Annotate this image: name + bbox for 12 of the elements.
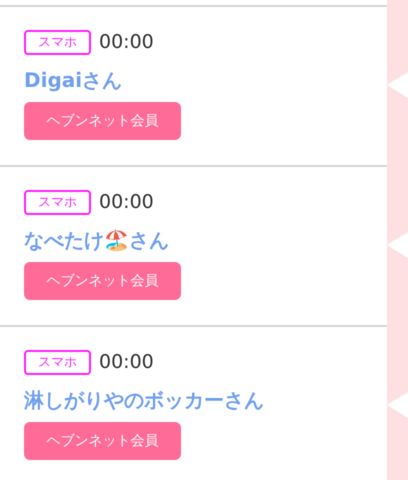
- device-tag: スマホ: [24, 190, 91, 215]
- member-button[interactable]: ヘブンネット会員: [24, 102, 181, 140]
- sender-name[interactable]: 淋しがりやのボッカーさん: [24, 387, 264, 413]
- message-time: 00:00: [99, 193, 154, 212]
- message-time: 00:00: [99, 353, 154, 372]
- device-tag: スマホ: [24, 350, 91, 375]
- member-button[interactable]: ヘブンネット会員: [24, 422, 181, 460]
- sender-name[interactable]: なべたけ🏖さん: [24, 227, 169, 253]
- device-tag: スマホ: [24, 30, 91, 55]
- message-time: 00:00: [99, 33, 154, 52]
- member-button[interactable]: ヘブンネット会員: [24, 262, 181, 300]
- sender-name[interactable]: Digaiさん: [24, 67, 122, 93]
